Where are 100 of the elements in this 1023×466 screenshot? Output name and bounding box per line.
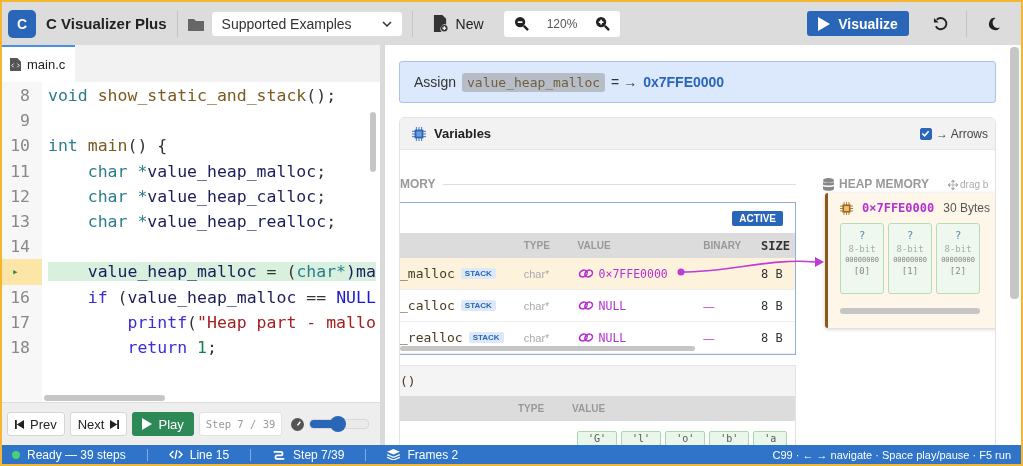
type-cell-text: char* bbox=[523, 267, 551, 280]
column-header: VALUE bbox=[577, 240, 612, 251]
line-number: 14 bbox=[9, 236, 31, 259]
line-number: 18 bbox=[9, 336, 31, 359]
code-line: printf("Heap part - mallo bbox=[126, 312, 376, 332]
size-cell-text: 8 B bbox=[761, 330, 784, 345]
line-number: 11 bbox=[9, 160, 31, 183]
link-icon bbox=[577, 332, 594, 343]
line-number: 10 bbox=[9, 135, 31, 158]
code-line: void show_static_and_stack(); bbox=[48, 86, 337, 106]
file-tab[interactable]: main.c bbox=[2, 45, 76, 82]
link-icon bbox=[577, 268, 594, 279]
code-line: char *value_heap_calloc; bbox=[86, 186, 327, 206]
code-line: int main() { bbox=[48, 136, 168, 156]
scrollbar[interactable] bbox=[44, 395, 165, 401]
cell-value: ? bbox=[858, 229, 866, 242]
prev-button[interactable]: Prev bbox=[7, 412, 65, 436]
line-number: 17 bbox=[9, 311, 31, 334]
status-text: Ready — 39 steps bbox=[27, 447, 126, 462]
next-button[interactable]: Next bbox=[69, 412, 128, 436]
app-title: C Visualizer Plus bbox=[46, 15, 167, 32]
arrows-label: → Arrows bbox=[936, 126, 988, 141]
variable-name: _realloc bbox=[400, 330, 463, 345]
column-header: VALUE bbox=[572, 403, 607, 414]
drag-hint: drag b bbox=[960, 179, 989, 190]
variable-chip: value_heap_malloc bbox=[462, 72, 606, 92]
pointer-value: 0×7FFE0000 bbox=[598, 266, 668, 281]
cell-index: [2] bbox=[949, 266, 967, 276]
size-cell-text: 8 B bbox=[761, 298, 784, 313]
play-icon bbox=[818, 16, 831, 31]
chevron-down-icon bbox=[381, 20, 392, 27]
scrollbar[interactable] bbox=[370, 112, 376, 172]
cell-bits: 8-bit bbox=[848, 244, 876, 254]
variable-row[interactable]: _malloc STACK char* 0×7FFE0000 8 B bbox=[400, 258, 795, 290]
zoom-in-icon[interactable] bbox=[595, 16, 611, 31]
database-icon bbox=[823, 177, 834, 191]
banner-value: 0x7FFE0000 bbox=[643, 74, 725, 90]
code-icon bbox=[168, 449, 183, 460]
column-header: BINARY bbox=[703, 240, 743, 251]
banner-text: Assign bbox=[414, 74, 457, 90]
play-icon bbox=[142, 418, 153, 430]
heap-address: 0×7FFE0000 bbox=[862, 201, 935, 215]
line-number: 9 bbox=[19, 110, 31, 133]
binary-cell: — bbox=[703, 331, 715, 344]
zoom-out-icon[interactable] bbox=[513, 16, 529, 31]
line-number: 12 bbox=[9, 185, 31, 208]
chip-icon bbox=[412, 126, 426, 141]
new-button[interactable]: New bbox=[422, 11, 494, 36]
type-cell-text: char* bbox=[523, 299, 551, 312]
heap-size: 30 Bytes bbox=[943, 201, 990, 215]
app-logo: C bbox=[8, 9, 36, 38]
code-file-icon bbox=[10, 58, 21, 71]
arrows-checkbox[interactable] bbox=[920, 127, 932, 140]
banner-operator: = → bbox=[611, 74, 638, 90]
storage-tag: STACK bbox=[460, 268, 496, 279]
char-cell: 'l' bbox=[621, 431, 662, 445]
skip-back-icon bbox=[15, 419, 24, 429]
new-file-icon bbox=[432, 15, 448, 32]
storage-tag: STACK bbox=[460, 300, 496, 311]
column-header: TYPE bbox=[518, 403, 546, 414]
example-select[interactable]: Supported Examples bbox=[211, 11, 402, 36]
code-line: return 1; bbox=[126, 337, 217, 357]
steps-icon bbox=[272, 449, 287, 460]
size-cell-text: 8 B bbox=[761, 266, 784, 281]
cell-bits: 8-bit bbox=[944, 244, 972, 254]
move-icon bbox=[948, 179, 958, 190]
line-number: 8 bbox=[19, 85, 31, 108]
zoom-level: 120% bbox=[546, 16, 578, 31]
cell-value: ? bbox=[954, 229, 962, 242]
keyboard-hints: C99 · ← → navigate · Space play/pause · F5 run bbox=[772, 448, 1011, 461]
char-cell: 'a bbox=[753, 431, 788, 445]
section-label: MORY bbox=[400, 177, 436, 191]
scrollbar[interactable] bbox=[1010, 47, 1019, 299]
scrollbar[interactable] bbox=[400, 346, 695, 351]
variable-row[interactable]: _calloc STACK char* NULL — 8 B bbox=[400, 290, 795, 322]
code-line: if (value_heap_malloc == NULL bbox=[86, 287, 376, 307]
reset-icon[interactable] bbox=[933, 16, 948, 31]
active-badge: ACTIVE bbox=[732, 210, 783, 226]
visualize-button[interactable]: Visualize bbox=[807, 11, 909, 36]
folder-icon bbox=[187, 16, 204, 31]
column-header: TYPE bbox=[523, 240, 551, 251]
status-line: Line 15 bbox=[189, 447, 230, 462]
status-dot bbox=[12, 450, 20, 459]
play-button[interactable]: Play bbox=[132, 412, 194, 436]
link-icon bbox=[577, 300, 594, 311]
status-frames: Frames 2 bbox=[407, 447, 459, 462]
cell-index: [0] bbox=[853, 266, 871, 276]
pointer-value: NULL bbox=[598, 298, 627, 313]
speed-slider[interactable] bbox=[309, 419, 370, 429]
scrollbar[interactable] bbox=[840, 308, 980, 314]
char-cell: 'G' bbox=[577, 431, 618, 445]
char-cell: 'b' bbox=[709, 431, 750, 445]
moon-icon[interactable] bbox=[987, 16, 1001, 31]
column-header: SIZE bbox=[761, 238, 791, 253]
chip-icon bbox=[840, 201, 853, 215]
speed-icon bbox=[291, 417, 305, 431]
pointer-value: NULL bbox=[598, 330, 627, 345]
line-number: 13 bbox=[9, 211, 31, 234]
type-cell-text: char* bbox=[523, 331, 551, 344]
code-line: char *value_heap_realloc; bbox=[86, 212, 337, 232]
